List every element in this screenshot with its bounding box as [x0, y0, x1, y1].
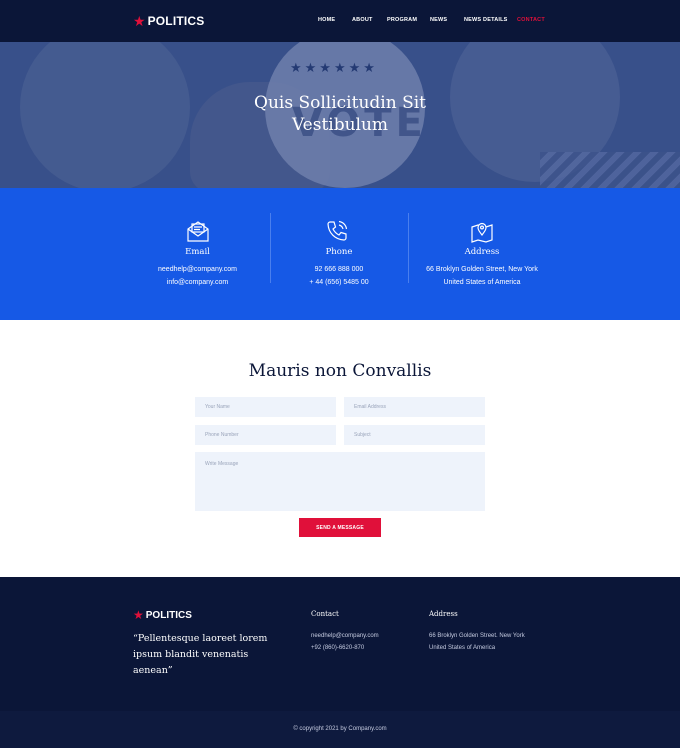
phone-title: Phone: [325, 247, 353, 257]
footer-address-line2: United States of America: [429, 645, 496, 651]
hero-flag-stripes: [540, 152, 680, 188]
footer-brand-name: POLITICS: [145, 609, 192, 621]
info-phone: Phone 92 666 888 000 + 44 (656) 5485 00: [270, 188, 408, 320]
badge-stars-icon: ★★★★★★: [290, 60, 378, 75]
email-primary[interactable]: needhelp@company.com: [130, 266, 265, 273]
map-pin-icon: [471, 222, 493, 243]
hero-banner: ★★★★★★ VOTE Quis Sollicitudin Sit Vestib…: [0, 42, 680, 188]
nav-about[interactable]: ABOUT: [352, 17, 373, 23]
name-field[interactable]: [195, 397, 336, 417]
contact-info-band: Email needhelp@company.com info@company.…: [0, 188, 680, 320]
nav-news[interactable]: NEWS: [430, 17, 447, 23]
site-footer: ★ POLITICS “Pellentesque laoreet lorem i…: [0, 577, 680, 711]
envelope-icon: [187, 221, 209, 242]
footer-address-line1: 66 Broklyn Golden Street. New York: [429, 633, 525, 639]
phone-secondary[interactable]: + 44 (656) 5485 00: [270, 279, 408, 286]
footer-bottom-bar: © copyright 2021 by Company.com: [0, 711, 680, 748]
nav-home[interactable]: HOME: [318, 17, 335, 23]
email-title: Email: [185, 247, 210, 257]
star-icon: ★: [133, 608, 144, 622]
nav-program[interactable]: PROGRAM: [387, 17, 417, 23]
email-field[interactable]: [344, 397, 485, 417]
footer-address-title: Address: [429, 610, 458, 618]
page-title-line2: Vestibulum: [291, 115, 389, 135]
footer-contact-email[interactable]: needhelp@company.com: [311, 633, 379, 639]
subject-field[interactable]: [344, 425, 485, 445]
main-nav: HOME ABOUT PROGRAM NEWS NEWS DETAILS CON…: [0, 17, 680, 27]
footer-contact-phone[interactable]: +92 (860)-6620-870: [311, 645, 364, 651]
address-line1: 66 Broklyn Golden Street, New York: [426, 266, 538, 273]
email-secondary[interactable]: info@company.com: [130, 279, 265, 286]
nav-contact[interactable]: CONTACT: [517, 17, 545, 23]
site-header: ★ POLITICS HOME ABOUT PROGRAM NEWS NEWS …: [0, 0, 680, 42]
copyright-text: © copyright 2021 by Company.com: [293, 726, 387, 732]
phone-field[interactable]: [195, 425, 336, 445]
form-title: Mauris non Convallis: [248, 361, 432, 381]
footer-quote: “Pellentesque laoreet lorem ipsum blandi…: [133, 633, 268, 676]
phone-icon: [327, 220, 348, 241]
page-title: Quis Sollicitudin Sit Vestibulum: [0, 92, 680, 136]
info-email: Email needhelp@company.com info@company.…: [130, 188, 265, 320]
footer-contact-title: Contact: [311, 610, 339, 618]
phone-primary[interactable]: 92 666 888 000: [270, 266, 408, 273]
address-line2: United States of America: [443, 279, 521, 286]
nav-news-details[interactable]: NEWS DETAILS: [464, 17, 508, 23]
page-title-line1: Quis Sollicitudin Sit: [254, 93, 426, 113]
footer-logo[interactable]: ★ POLITICS: [133, 608, 192, 622]
info-address: Address 66 Broklyn Golden Street, New Yo…: [408, 188, 556, 320]
address-title: Address: [464, 247, 500, 257]
message-field[interactable]: [195, 452, 485, 511]
send-message-button[interactable]: SEND A MESSAGE: [299, 518, 381, 537]
